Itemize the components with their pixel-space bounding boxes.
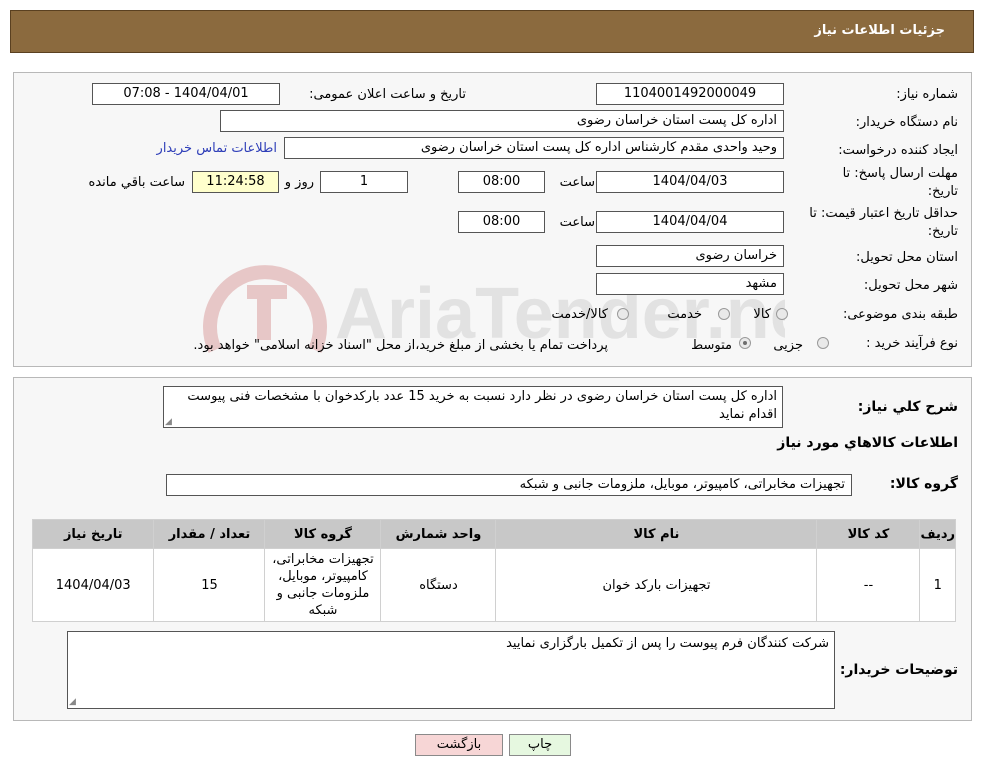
items-section-title: اطلاعات کالاهاي مورد نياز [777, 435, 958, 451]
col-quantity: تعداد / مقدار [153, 519, 266, 549]
buyer-notes-label: توضیحات خریدار: [839, 662, 958, 678]
creator-label: ایجاد کننده درخواست: [838, 143, 958, 158]
remaining-days-field: 1 [320, 171, 408, 193]
remaining-days-label: روز و [284, 175, 314, 190]
back-button[interactable]: بازگشت [415, 734, 503, 756]
purchase-option-minor: جزیی [773, 338, 803, 353]
validity-time-label: ساعت [559, 215, 595, 230]
cell-unit: دستگاه [380, 548, 497, 622]
buyer-notes-field: شرکت کنندگان فرم پیوست را پس از تکمیل با… [67, 631, 835, 709]
creator-field: وحید واحدی مقدم کارشناس اداره کل پست است… [284, 137, 784, 159]
province-label: استان محل تحویل: [856, 250, 958, 265]
category-option-goods-service: کالا/خدمت [551, 307, 608, 322]
buyer-org-field: اداره کل پست استان خراسان رضوی [220, 110, 784, 132]
goods-group-field: تجهیزات مخابراتی، کامپیوتر، موبایل، ملزو… [166, 474, 852, 496]
purchase-radio-medium[interactable] [739, 337, 751, 349]
cell-goods-group: تجهیزات مخابراتی، کامپیوتر، موبایل، ملزو… [264, 548, 382, 622]
col-need-date: تاریخ نیاز [31, 519, 155, 549]
col-row-number: رديف [919, 519, 956, 549]
remaining-time-field: 11:24:58 [192, 171, 279, 193]
description-field: اداره کل پست استان خراسان رضوی در نظر دا… [163, 386, 783, 428]
validity-time-field: 08:00 [458, 211, 545, 233]
province-field: خراسان رضوی [596, 245, 784, 267]
col-goods-group: گروه کالا [264, 519, 382, 549]
purchase-option-medium: متوسط [691, 338, 732, 353]
category-label: طبقه بندی موضوعی: [842, 307, 958, 322]
col-item-name: نام کالا [495, 519, 818, 549]
table-row: 1 -- تجهیزات بارکد خوان دستگاه تجهیزات م… [31, 548, 956, 622]
deadline-time-field: 08:00 [458, 171, 545, 193]
validity-date-field: 1404/04/04 [596, 211, 784, 233]
category-option-goods: کالا [753, 307, 771, 322]
need-number-field: 1104001492000049 [596, 83, 784, 105]
category-option-service: خدمت [667, 307, 702, 322]
cell-item-code: -- [816, 548, 921, 622]
cell-row-number: 1 [919, 548, 956, 622]
col-unit: واحد شمارش [380, 519, 497, 549]
need-number-label: شماره نیاز: [896, 87, 958, 102]
category-radio-service[interactable] [718, 308, 730, 320]
items-table: رديف کد کالا نام کالا واحد شمارش گروه کا… [31, 519, 956, 622]
cell-need-date: 1404/04/03 [31, 548, 155, 622]
page-title: جزئیات اطلاعات نیاز [814, 23, 945, 38]
deadline-label-date: تاریخ: [927, 184, 958, 199]
category-radio-goods[interactable] [776, 308, 788, 320]
category-radio-goods-service[interactable] [617, 308, 629, 320]
deadline-time-label: ساعت [559, 175, 595, 190]
description-resize-handle[interactable]: ◢ [165, 418, 173, 427]
remaining-time-label: ساعت باقي مانده [88, 175, 185, 190]
purchase-radio-minor[interactable] [817, 337, 829, 349]
validity-label-date: تاریخ: [927, 224, 958, 239]
goods-group-label: گروه کالا: [889, 476, 958, 492]
purchase-note: پرداخت تمام یا بخشی از مبلغ خرید،از محل … [193, 338, 608, 353]
city-field: مشهد [596, 273, 784, 295]
announce-label: تاریخ و ساعت اعلان عمومی: [309, 87, 466, 102]
page-header: جزئیات اطلاعات نیاز [10, 10, 974, 53]
description-label: شرح کلي نياز: [857, 399, 958, 415]
deadline-label: مهلت ارسال پاسخ: تا [842, 166, 958, 181]
buyer-org-label: نام دستگاه خریدار: [855, 115, 958, 130]
cell-quantity: 15 [153, 548, 266, 622]
validity-label: حداقل تاریخ اعتبار قیمت: تا [809, 206, 958, 221]
col-item-code: کد کالا [816, 519, 921, 549]
buyer-notes-resize-handle[interactable]: ◢ [69, 698, 77, 707]
announce-datetime-field: 1404/04/01 - 07:08 [92, 83, 280, 105]
purchase-type-label: نوع فرآیند خرید : [866, 336, 958, 351]
cell-item-name: تجهیزات بارکد خوان [495, 548, 818, 622]
table-header-row: رديف کد کالا نام کالا واحد شمارش گروه کا… [31, 519, 956, 549]
city-label: شهر محل تحویل: [863, 278, 958, 293]
buyer-contact-link[interactable]: اطلاعات تماس خریدار [157, 141, 277, 156]
print-button[interactable]: چاپ [509, 734, 571, 756]
deadline-date-field: 1404/04/03 [596, 171, 784, 193]
